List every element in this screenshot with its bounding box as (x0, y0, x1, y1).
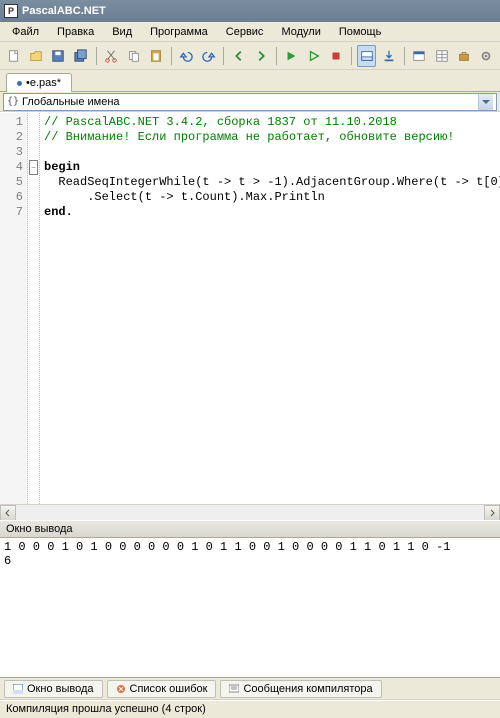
nav-back-button[interactable] (229, 45, 248, 67)
menubar: Файл Правка Вид Программа Сервис Модули … (0, 22, 500, 42)
tab-errors[interactable]: Список ошибок (107, 680, 217, 698)
window-title: PascalABC.NET (22, 5, 106, 17)
open-button[interactable] (26, 45, 45, 67)
scroll-right-button[interactable] (484, 505, 500, 521)
code-area[interactable]: // PascalABC.NET 3.4.2, сборка 1837 от 1… (40, 113, 500, 504)
output-icon (13, 684, 23, 694)
run-no-debug-button[interactable] (304, 45, 323, 67)
save-button[interactable] (49, 45, 68, 67)
titlebar: P PascalABC.NET (0, 0, 500, 22)
menu-view[interactable]: Вид (104, 24, 140, 40)
braces-icon: {} (7, 96, 19, 107)
chevron-down-icon[interactable] (478, 94, 493, 110)
tab-label: Окно вывода (27, 683, 94, 695)
toolbar-separator (96, 47, 97, 65)
fold-toggle[interactable]: − (29, 160, 38, 175)
step-into-button[interactable] (379, 45, 398, 67)
scope-selector-row: {} Глобальные имена (0, 92, 500, 112)
scope-label: Глобальные имена (22, 96, 120, 108)
bottom-tabs: Окно вывода Список ошибок Сообщения комп… (0, 678, 500, 700)
status-bar: Компиляция прошла успешно (4 строк) (0, 700, 500, 718)
form-designer-button[interactable] (410, 45, 429, 67)
stop-button[interactable] (327, 45, 346, 67)
tab-file[interactable]: •e.pas* (6, 73, 72, 92)
line-number-gutter: 1234567 (0, 113, 28, 504)
menu-program[interactable]: Программа (142, 24, 216, 40)
output-panel[interactable]: 1 0 0 0 1 0 1 0 0 0 0 0 0 1 0 1 1 0 0 1 … (0, 538, 500, 678)
app-icon: P (4, 4, 18, 18)
toolbar-separator (171, 47, 172, 65)
status-text: Компиляция прошла успешно (4 строк) (6, 703, 206, 715)
toolbar-separator (351, 47, 352, 65)
menu-modules[interactable]: Модули (273, 24, 328, 40)
scroll-left-button[interactable] (0, 505, 16, 521)
paste-button[interactable] (146, 45, 165, 67)
run-button[interactable] (282, 45, 301, 67)
toolbar-separator (276, 47, 277, 65)
menu-service[interactable]: Сервис (218, 24, 272, 40)
fold-column: − (28, 113, 40, 504)
menu-file[interactable]: Файл (4, 24, 47, 40)
compiler-msg-icon (229, 684, 239, 694)
toolbar-separator (404, 47, 405, 65)
menu-help[interactable]: Помощь (331, 24, 390, 40)
output-toggle-button[interactable] (357, 45, 376, 67)
tab-compiler-messages[interactable]: Сообщения компилятора (220, 680, 381, 698)
properties-button[interactable] (432, 45, 451, 67)
toolbar (0, 42, 500, 70)
undo-button[interactable] (176, 45, 195, 67)
save-all-button[interactable] (71, 45, 90, 67)
code-editor[interactable]: 1234567 − // PascalABC.NET 3.4.2, сборка… (0, 112, 500, 504)
tab-label: •e.pas* (26, 77, 61, 89)
copy-button[interactable] (124, 45, 143, 67)
nav-forward-button[interactable] (252, 45, 271, 67)
tab-bar: •e.pas* (0, 70, 500, 92)
horizontal-scrollbar[interactable] (0, 504, 500, 520)
tab-output[interactable]: Окно вывода (4, 680, 103, 698)
toolbar-separator (223, 47, 224, 65)
tab-label: Список ошибок (130, 683, 208, 695)
new-button[interactable] (4, 45, 23, 67)
tab-modified-icon (17, 81, 22, 86)
menu-edit[interactable]: Правка (49, 24, 102, 40)
toolbox-button[interactable] (454, 45, 473, 67)
tab-label: Сообщения компилятора (243, 683, 372, 695)
redo-button[interactable] (199, 45, 218, 67)
cut-button[interactable] (101, 45, 120, 67)
options-button[interactable] (477, 45, 496, 67)
error-list-icon (116, 684, 126, 694)
scroll-track[interactable] (16, 505, 484, 520)
output-panel-title: Окно вывода (0, 520, 500, 538)
scope-selector[interactable]: {} Глобальные имена (3, 93, 497, 111)
